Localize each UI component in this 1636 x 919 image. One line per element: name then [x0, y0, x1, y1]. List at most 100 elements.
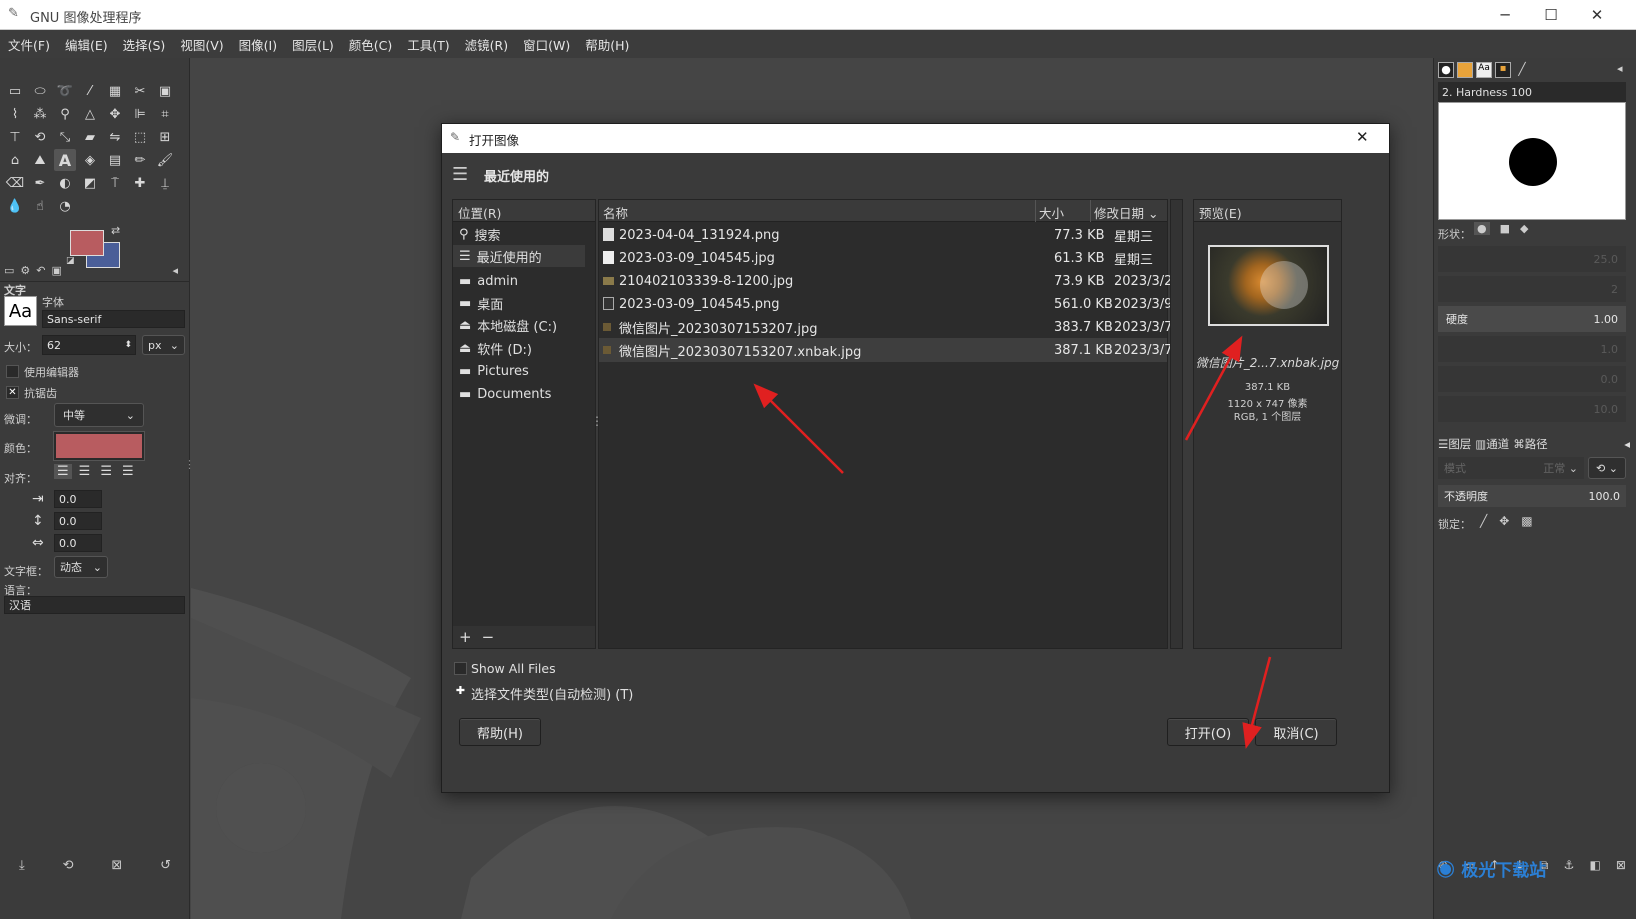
radius-slider[interactable]: 25.0 — [1438, 246, 1626, 272]
add-bookmark-icon[interactable]: + — [459, 628, 472, 646]
scissors-tool-icon[interactable]: ✂ — [129, 80, 151, 102]
text-tool-icon[interactable]: A — [54, 149, 76, 171]
menu-help[interactable]: 帮助(H) — [585, 35, 629, 54]
place-search[interactable]: ⚲ 搜索 — [459, 223, 599, 245]
preview-header[interactable]: 预览(E) — [1194, 200, 1341, 222]
circle-shape-icon[interactable]: ● — [1474, 222, 1490, 235]
perspective-clone-tool-icon[interactable]: ⍊ — [154, 172, 176, 194]
show-all-files-checkbox[interactable] — [454, 662, 467, 675]
flip-tool-icon[interactable]: ⇋ — [104, 126, 126, 148]
save-options-icon[interactable]: ⤓ — [19, 858, 25, 873]
spin-arrows-icon[interactable]: ⬍ — [124, 340, 132, 350]
align-tool-icon[interactable]: ⊫ — [129, 103, 151, 125]
free-select-tool-icon[interactable]: ➰ — [54, 80, 76, 102]
spikes-slider[interactable]: 2 — [1438, 276, 1626, 302]
expand-file-type-icon[interactable]: ✚ — [454, 684, 467, 697]
help-button[interactable]: 帮助(H) — [459, 718, 541, 746]
eraser-tool-icon[interactable]: ⌫ — [4, 172, 26, 194]
file-row[interactable]: 2023-03-09_104545.jpg 61.3 KB 星期三 — [599, 246, 1189, 270]
justify-center-icon[interactable]: ☰ — [97, 464, 115, 479]
font-preview[interactable]: Aa — [4, 296, 37, 326]
file-row[interactable]: 2023-04-04_131924.png 77.3 KB 星期三 — [599, 223, 1189, 247]
use-editor-checkbox[interactable] — [6, 365, 19, 378]
fuzzy-select-tool-icon[interactable]: ⁄ — [79, 80, 101, 102]
rotate-tool-icon[interactable]: ⟲ — [29, 126, 51, 148]
remove-bookmark-icon[interactable]: − — [482, 628, 495, 646]
place-drive-c[interactable]: ⏏ 本地磁盘 (C:) — [459, 314, 599, 336]
swap-colors-icon[interactable]: ⇄ — [111, 224, 120, 237]
size-unit-select[interactable]: px ⌄ — [142, 335, 185, 355]
antialias-checkbox[interactable]: ✕ — [6, 386, 19, 399]
column-date[interactable]: 修改日期 ⌄ — [1094, 203, 1158, 222]
patterns-tab-icon[interactable] — [1457, 62, 1473, 78]
preview-thumbnail[interactable] — [1208, 245, 1329, 326]
tab-paths[interactable]: ⌘路径 — [1513, 436, 1548, 452]
file-type-expander[interactable]: 选择文件类型(自动检测) (T) — [471, 684, 633, 703]
file-row-selected[interactable]: 微信图片_20230307153207.xnbak.jpg 387.1 KB 202… — [599, 338, 1172, 362]
ink-tool-icon[interactable]: ◐ — [54, 172, 76, 194]
aspect-slider[interactable]: 1.0 — [1438, 336, 1626, 362]
handle-transform-tool-icon[interactable]: ⛰ — [29, 149, 51, 171]
location-path[interactable]: 最近使用的 — [484, 166, 549, 185]
tab-channels[interactable]: ▥通道 — [1475, 436, 1509, 452]
undo-history-tab-icon[interactable]: ↶ — [36, 264, 45, 281]
configure-tab-icon[interactable]: ◂ — [1624, 437, 1630, 451]
select-by-color-tool-icon[interactable]: ▦ — [104, 80, 126, 102]
menu-layer[interactable]: 图层(L) — [292, 35, 334, 54]
box-mode-select[interactable]: 动态 ⌄ — [54, 556, 108, 578]
gradient-tool-icon[interactable]: ▤ — [104, 149, 126, 171]
text-color-button[interactable] — [53, 431, 145, 461]
delete-options-icon[interactable]: ⊠ — [111, 858, 122, 873]
device-status-tab-icon[interactable]: ⚙ — [20, 264, 30, 281]
justify-fill-icon[interactable]: ☰ — [119, 464, 137, 479]
spacing-slider[interactable]: 10.0 — [1438, 396, 1626, 422]
foreground-color-swatch[interactable] — [70, 230, 104, 256]
composite-mode-button[interactable]: ⟲ ⌄ — [1588, 457, 1626, 479]
menu-colors[interactable]: 颜色(C) — [349, 35, 392, 54]
places-header[interactable]: 位置(R) — [453, 200, 595, 222]
indent-input[interactable]: 0.0 — [54, 490, 102, 508]
dialog-close-button[interactable]: ✕ — [1356, 128, 1369, 146]
foreground-select-tool-icon[interactable]: ▣ — [154, 80, 176, 102]
paintbrush-tool-icon[interactable]: 🖌 — [154, 149, 176, 171]
shear-tool-icon[interactable]: ▰ — [79, 126, 101, 148]
justify-right-icon[interactable]: ☰ — [76, 464, 94, 479]
move-tool-icon[interactable]: ✥ — [104, 103, 126, 125]
measure-tool-icon[interactable]: △ — [79, 103, 101, 125]
ellipse-select-tool-icon[interactable]: ⬭ — [29, 80, 51, 102]
letter-spacing-input[interactable]: 0.0 — [54, 534, 102, 552]
dodge-burn-tool-icon[interactable]: ◔ — [54, 195, 76, 217]
crop-tool-icon[interactable]: ⌗ — [154, 103, 176, 125]
column-size[interactable]: 大小 — [1039, 203, 1064, 222]
size-input[interactable]: 62 ⬍ — [42, 335, 136, 355]
justify-left-icon[interactable]: ☰ — [54, 464, 72, 479]
place-pictures[interactable]: ▬ Pictures — [459, 360, 599, 382]
maximize-button[interactable]: ☐ — [1534, 4, 1568, 26]
column-name[interactable]: 名称 — [603, 203, 628, 222]
images-tab-icon[interactable]: ▣ — [52, 264, 62, 281]
layers-list[interactable] — [1438, 512, 1626, 842]
perspective-tool-icon[interactable]: ⬚ — [129, 126, 151, 148]
close-window-button[interactable]: ✕ — [1580, 4, 1614, 26]
menu-edit[interactable]: 编辑(E) — [65, 35, 108, 54]
blur-tool-icon[interactable]: 💧 — [4, 195, 26, 217]
file-row[interactable]: 微信图片_20230307153207.jpg 383.7 KB 2023/3/7 — [599, 315, 1189, 339]
heal-tool-icon[interactable]: ✚ — [129, 172, 151, 194]
warp-tool-icon[interactable]: ⌂ — [4, 149, 26, 171]
menu-windows[interactable]: 窗口(W) — [523, 35, 570, 54]
diamond-shape-icon[interactable]: ◆ — [1520, 222, 1528, 235]
restore-options-icon[interactable]: ⟲ — [63, 858, 74, 873]
fonts-tab-icon[interactable]: Aa — [1476, 62, 1492, 78]
cancel-button[interactable]: 取消(C) — [1255, 718, 1337, 746]
color-picker-tool-icon[interactable]: ⁂ — [29, 103, 51, 125]
hardness-slider[interactable]: 硬度 1.00 — [1438, 306, 1626, 332]
language-input[interactable]: 汉语 — [4, 596, 185, 614]
opacity-slider[interactable]: 不透明度 100.0 — [1438, 485, 1626, 507]
file-row[interactable]: 210402103339-8-1200.jpg 73.9 KB 2023/3/24 — [599, 269, 1189, 293]
bucket-fill-tool-icon[interactable]: ◈ — [79, 149, 101, 171]
place-drive-d[interactable]: ⏏ 软件 (D:) — [459, 337, 599, 359]
hinting-select[interactable]: 中等 ⌄ — [54, 403, 144, 427]
pencil-tool-icon[interactable]: ✏ — [129, 149, 151, 171]
smudge-tool-icon[interactable]: ☝ — [29, 195, 51, 217]
square-shape-icon[interactable]: ■ — [1500, 222, 1510, 235]
